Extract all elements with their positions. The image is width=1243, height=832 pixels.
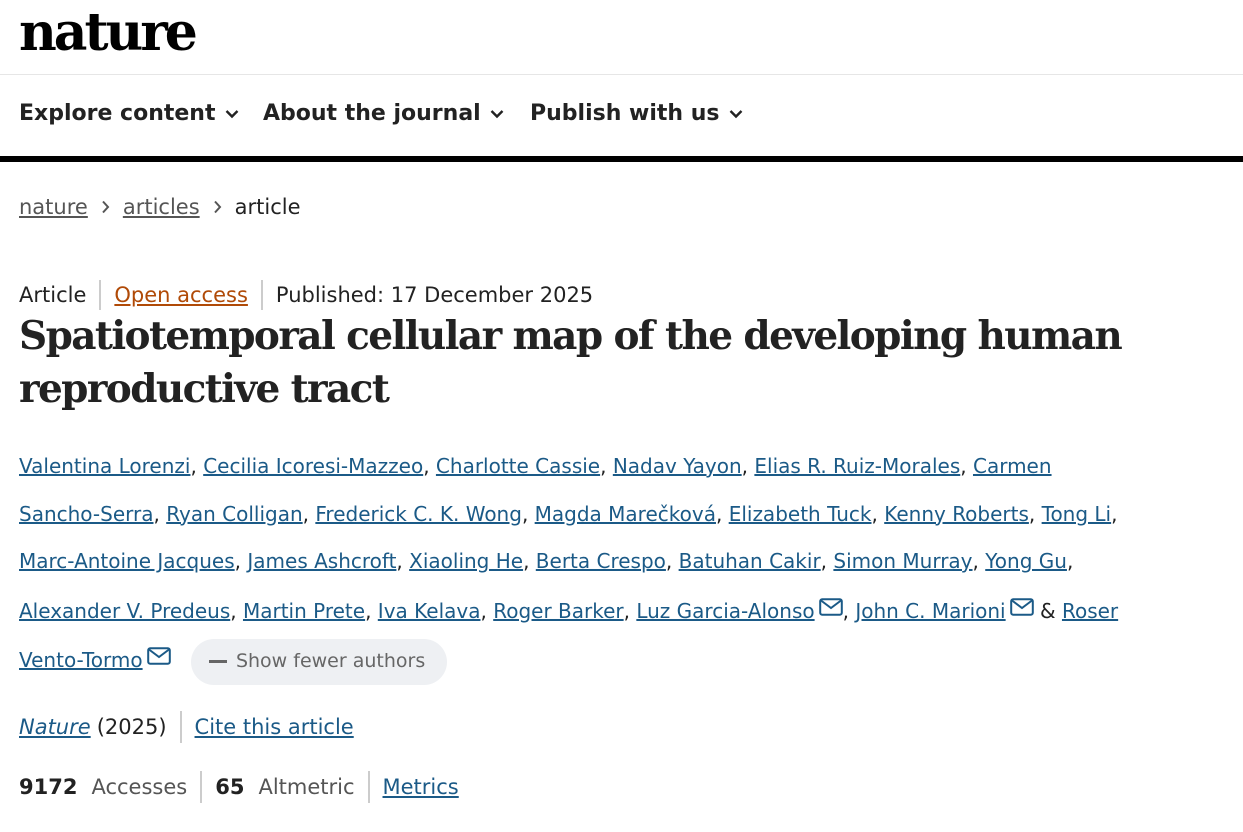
article-type: Article [19,283,87,307]
nav-publish-with-us[interactable]: Publish with us [530,101,743,126]
author-link[interactable]: Roger Barker [493,599,623,623]
meta-divider [99,280,102,310]
nav-publish-with-us-label: Publish with us [530,101,720,126]
nav-explore-content-label: Explore content [19,101,216,126]
journal-link[interactable]: Nature [19,715,91,739]
author-link[interactable]: Valentina Lorenzi [19,454,190,478]
metrics-link[interactable]: Metrics [383,775,459,799]
accesses-count: 9172 [19,775,78,799]
nav-explore-content[interactable]: Explore content [19,101,239,126]
author-link[interactable]: Xiaoling He [409,549,523,573]
author-link[interactable]: Iva Kelava [378,599,481,623]
author-link[interactable]: Martin Prete [243,599,365,623]
author-link[interactable]: Charlotte Cassie [436,454,600,478]
author-link[interactable]: Frederick C. K. Wong [315,502,522,526]
article-title: Spatiotemporal cellular map of the devel… [19,313,1123,412]
show-fewer-authors-label: Show fewer authors [235,649,426,672]
site-header: nature [0,0,1243,75]
accesses-label: Accesses [91,775,188,799]
author-conjunction: & [1039,598,1056,623]
altmetric-label: Altmetric [258,775,355,799]
breadcrumb-current: article [234,195,301,219]
cite-this-article-link[interactable]: Cite this article [195,715,354,739]
breadcrumb-nature[interactable]: nature [19,195,88,219]
mail-icon[interactable] [818,586,843,634]
metrics-divider [367,771,370,803]
chevron-down-icon [729,109,743,119]
metrics-bar: 9172 Accesses 65 Altmetric Metrics [19,771,459,803]
author-link[interactable]: Yong Gu [985,549,1067,573]
author-link[interactable]: Luz Garcia-Alonso [636,599,814,623]
published-date: Published: 17 December 2025 [275,283,594,307]
author-link[interactable]: Simon Murray [833,549,972,573]
metrics-divider [200,771,203,803]
altmetric-score: 65 [215,775,245,799]
chevron-down-icon [225,109,239,119]
author-link[interactable]: Marc-Antoine Jacques [19,549,235,573]
nav-about-the-journal[interactable]: About the journal [263,101,504,126]
open-access-link[interactable]: Open access [114,283,248,307]
author-link[interactable]: Cecilia Icoresi-Mazzeo [203,454,423,478]
meta-divider [260,280,263,310]
nature-logo[interactable]: nature [19,0,198,70]
author-link[interactable]: Kenny Roberts [884,502,1029,526]
author-list: Valentina Lorenzi, Cecilia Icoresi-Mazze… [19,443,1119,685]
breadcrumb-articles[interactable]: articles [123,195,200,219]
chevron-right-icon [101,200,110,214]
author-link[interactable]: Batuhan Cakir [679,549,821,573]
author-link[interactable]: Ryan Colligan [166,502,302,526]
author-link[interactable]: James Ashcroft [247,549,396,573]
chevron-right-icon [213,200,222,214]
breadcrumb: nature articles article [19,195,301,219]
main-nav: Explore content About the journal Publis… [0,75,1243,162]
mail-icon[interactable] [1009,586,1034,634]
show-fewer-authors-button[interactable]: Show fewer authors [190,638,448,685]
publication-year: (2025) [96,715,167,739]
author-link[interactable]: Tong Li [1042,502,1111,526]
author-link[interactable]: Alexander V. Predeus [19,599,230,623]
chevron-down-icon [490,109,504,119]
nav-about-the-journal-label: About the journal [263,101,481,126]
author-link[interactable]: Elias R. Ruiz-Morales [754,454,960,478]
author-link[interactable]: Nadav Yayon [613,454,742,478]
article-meta: Article Open access Published: 17 Decemb… [19,280,593,310]
author-link[interactable]: Berta Crespo [536,549,666,573]
author-link[interactable]: Elizabeth Tuck [729,502,872,526]
author-link[interactable]: Magda Marečková [535,502,716,526]
author-link[interactable]: John C. Marioni [855,599,1005,623]
citation-divider [179,711,182,743]
minus-icon [208,660,227,663]
mail-icon[interactable] [146,635,171,683]
citation-line: Nature (2025) Cite this article [19,711,354,743]
